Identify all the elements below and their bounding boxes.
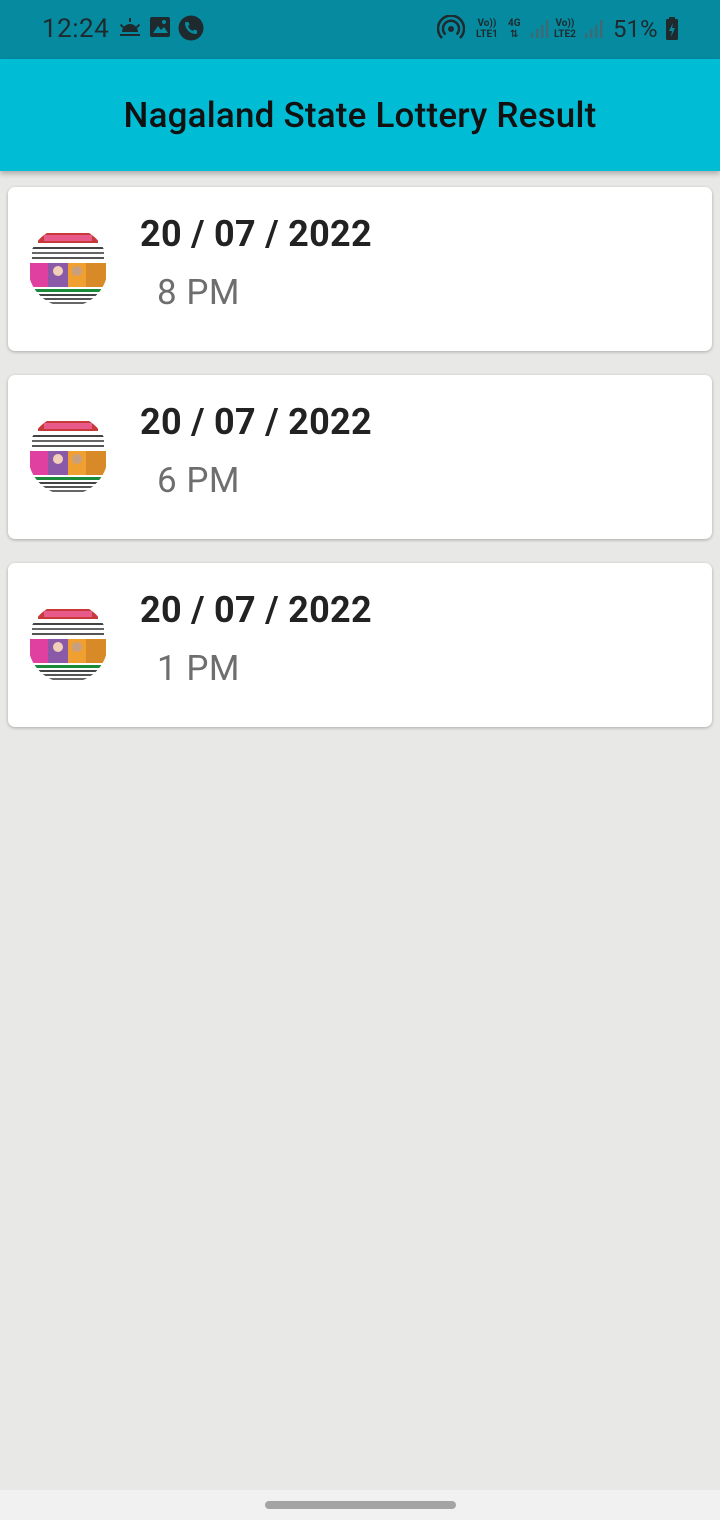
lottery-ticket-thumbnail [28, 415, 108, 495]
result-card-8pm[interactable]: 20 / 07 / 2022 8 PM [8, 187, 712, 351]
result-time: 6 PM [157, 460, 240, 501]
sim2-volte-label: Vo)) LTE2 [554, 18, 576, 40]
result-date: 20 / 07 / 2022 [140, 401, 372, 443]
navigation-bar [0, 1490, 720, 1520]
status-time: 12:24 [42, 14, 110, 44]
weather-sunrise-icon [118, 15, 142, 43]
sim1-volte-label: Vo)) LTE1 [476, 18, 498, 40]
app-bar: Nagaland State Lottery Result [0, 59, 720, 171]
lottery-ticket-thumbnail [28, 603, 108, 683]
result-card-1pm[interactable]: 20 / 07 / 2022 1 PM [8, 563, 712, 727]
gallery-icon [149, 15, 171, 43]
signal-icon [584, 18, 604, 44]
battery-percent: 51% [613, 15, 658, 43]
battery-icon [665, 17, 679, 45]
phone-call-icon [178, 15, 204, 45]
result-time: 8 PM [157, 272, 240, 313]
app-title: Nagaland State Lottery Result [123, 94, 597, 136]
result-card-6pm[interactable]: 20 / 07 / 2022 6 PM [8, 375, 712, 539]
home-gesture-handle[interactable] [265, 1501, 456, 1509]
signal-icon [530, 18, 550, 44]
lottery-ticket-thumbnail [28, 227, 108, 307]
status-bar: 12:24 Vo)) LTE1 4G ⇅ Vo)) LTE2 51% [0, 0, 720, 59]
result-date: 20 / 07 / 2022 [140, 589, 372, 631]
result-date: 20 / 07 / 2022 [140, 213, 372, 255]
network-type-label: 4G ⇅ [508, 18, 521, 40]
result-time: 1 PM [157, 648, 240, 689]
hotspot-icon [436, 14, 466, 47]
